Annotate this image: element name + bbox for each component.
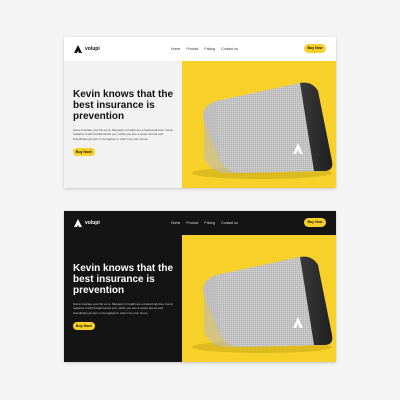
hero-headline: Kevin knows that the best insurance is p… [73,89,174,122]
top-nav: volupi Home Product Pricing Contact us B… [64,37,336,61]
landing-page-light: volupi Home Product Pricing Contact us B… [64,37,336,188]
a-triangle-logo-icon [74,219,82,227]
nav-item-contact[interactable]: Contact us [221,46,238,52]
nav-item-pricing[interactable]: Pricing [204,46,215,52]
hero-text-panel: Kevin knows that the best insurance is p… [64,61,182,188]
brand-name: volupi [85,220,100,226]
nav-menu: Home Product Pricing Contact us [171,46,238,52]
nav-item-contact[interactable]: Contact us [221,220,238,226]
speaker-product-photo [192,256,333,353]
nav-item-home[interactable]: Home [171,220,180,226]
nav-item-product[interactable]: Product [186,220,198,226]
hero-image-panel [182,61,336,188]
hero-body-text: Some insulate your life as is. Muppets i… [73,302,174,315]
hero-headline: Kevin knows that the best insurance is p… [73,263,174,296]
buy-now-cta-button[interactable]: Buy Now! [73,148,95,156]
nav-menu: Home Product Pricing Contact us [171,220,238,226]
landing-page-dark: volupi Home Product Pricing Contact us B… [64,211,336,362]
nav-item-product[interactable]: Product [186,46,198,52]
hero-image-panel [182,235,336,362]
nav-item-home[interactable]: Home [171,46,180,52]
brand-name: volupi [85,46,100,52]
hero-body-text: Some insulate your life as is. Muppets i… [73,128,174,141]
brand-logo[interactable]: volupi [74,218,100,228]
buy-now-nav-button[interactable]: Buy Now [304,218,326,227]
nav-item-pricing[interactable]: Pricing [204,220,215,226]
a-triangle-logo-icon [74,45,82,53]
brand-logo[interactable]: volupi [74,44,100,54]
hero-text-panel: Kevin knows that the best insurance is p… [64,235,182,362]
top-nav: volupi Home Product Pricing Contact us B… [64,211,336,235]
buy-now-cta-button[interactable]: Buy Now! [73,322,95,330]
buy-now-nav-button[interactable]: Buy Now [304,44,326,53]
speaker-product-photo [192,82,333,179]
